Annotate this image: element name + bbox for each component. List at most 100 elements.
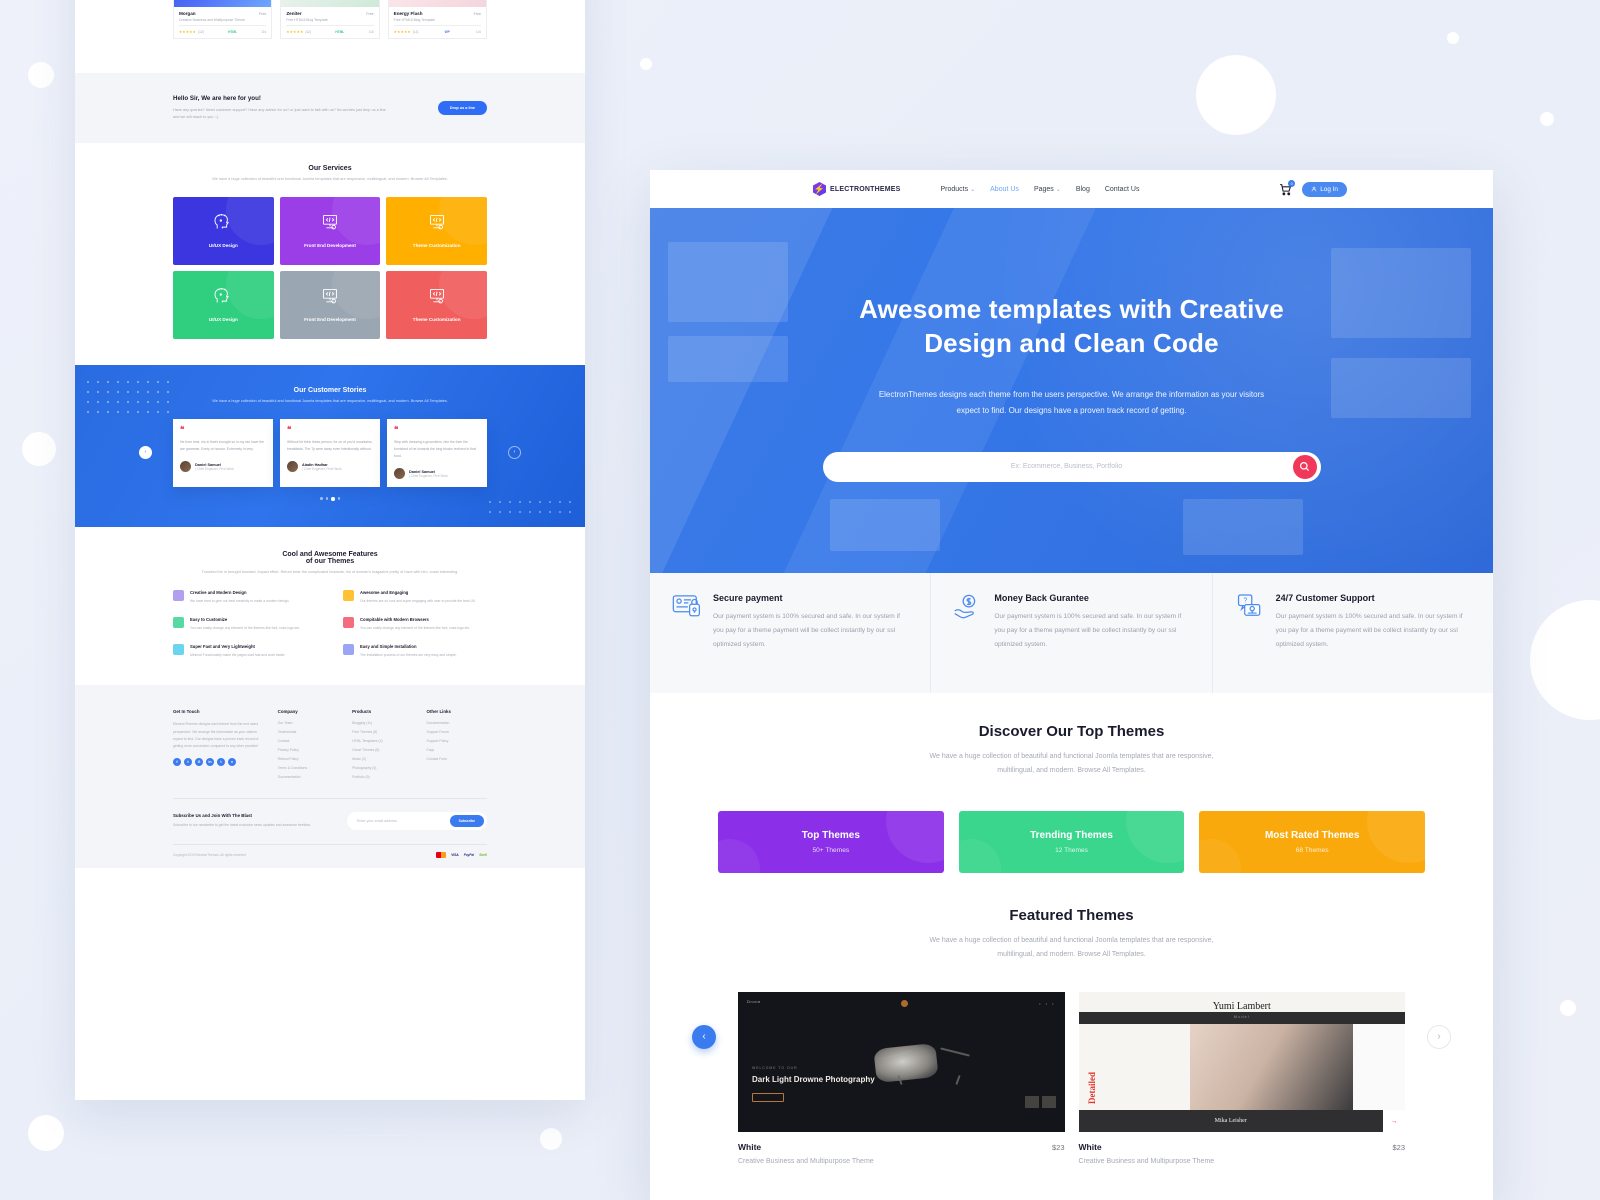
cta-text: Have any queries? Need customer support?… (173, 108, 386, 120)
category-tile-trending-themes[interactable]: Trending Themes 12 Themes (958, 810, 1185, 873)
bg-circle (28, 1115, 64, 1151)
category-title: Top Themes (801, 829, 860, 841)
preview-headline: Yumi Lambert (1212, 1001, 1271, 1013)
google-plus-icon[interactable]: G (195, 757, 203, 766)
top-navigation-bar: ⚡ ELECTRONTHEMES Products ⌄ About Us Page… (650, 170, 1493, 208)
feature-text: You can easily change any element of the… (360, 626, 471, 631)
feature-text: Our themes are so cool and super engagin… (360, 598, 477, 603)
search-button[interactable] (1292, 454, 1317, 479)
facebook-icon[interactable]: f (173, 757, 181, 766)
footer-link[interactable]: Documentation (278, 775, 338, 779)
discover-title: Discover Our Top Themes (978, 723, 1165, 740)
theme-price: Free (366, 11, 374, 16)
service-tile-label: Theme Customization (412, 242, 461, 248)
footer-link[interactable]: Documentation (427, 721, 487, 725)
nav-item-pages[interactable]: Pages ⌄ (1034, 186, 1061, 193)
brand-logo[interactable]: ⚡ ELECTRONTHEMES (813, 182, 900, 196)
service-tile-ui-ux-design-alt[interactable]: UI/UX Design (173, 270, 274, 339)
feature-money-back: Money Back Gurantee Our payment system i… (930, 573, 1211, 693)
head-idea-icon (214, 287, 232, 306)
footer-link[interactable]: HTML Templates (4) (352, 739, 412, 743)
nav-item-contact-us[interactable]: Contact Us (1105, 186, 1140, 193)
rating-count: (12) (412, 30, 419, 34)
chat-support-icon: ? (1235, 593, 1265, 619)
rocket-icon (173, 644, 184, 656)
testimonial-text: He from time, his in that's brought so i… (180, 439, 264, 451)
nav-item-blog[interactable]: Blog (1076, 186, 1090, 193)
linkedin-icon[interactable]: in (206, 757, 214, 766)
service-tile-front-end-development[interactable]: Front End Development (279, 196, 381, 265)
features-section: Cool and Awesome Features of our Themes … (75, 527, 585, 686)
footer-link[interactable]: Photography (4) (352, 766, 412, 770)
nav-label: Blog (1075, 185, 1090, 193)
theme-card[interactable]: Morgan Free Creative Business and Multip… (173, 0, 273, 39)
stories-next-button[interactable]: › (508, 445, 521, 459)
footer-heading: Other Links (426, 709, 451, 715)
services-section: Our Services We have a huge collection o… (75, 143, 585, 364)
footer-link[interactable]: Terms & Conditions (278, 766, 338, 770)
footer-link[interactable]: Refund Policy (278, 757, 338, 761)
copyright-text: Copyright 2019 ElectronThemes. All right… (173, 853, 246, 858)
footer-link[interactable]: Support Forum (427, 730, 487, 734)
vimeo-icon[interactable]: v (228, 757, 236, 766)
hero-search-bar[interactable]: Ex: Ecommerce, Business, Portfolio (822, 451, 1321, 482)
nav-item-about-us[interactable]: About Us (990, 186, 1019, 193)
twitter-icon[interactable]: t (184, 757, 192, 766)
bg-circle (1530, 600, 1600, 720)
footer-link[interactable]: Our Team (278, 721, 338, 725)
pager-dot[interactable] (320, 497, 323, 500)
service-tile-front-end-development-alt[interactable]: Front End Development (279, 270, 381, 339)
login-button[interactable]: Log In (1302, 181, 1347, 197)
newsletter-form[interactable]: Enter your email address Subscribe (347, 812, 487, 831)
paypal-icon: PayPal (463, 853, 475, 858)
pager-dot[interactable] (337, 497, 340, 500)
features-title-line1: Cool and Awesome Features (282, 550, 378, 558)
customer-stories-section: Our Customer Stories We have a huge coll… (75, 364, 585, 527)
hero-title: Awesome templates with Creative Design a… (650, 292, 1493, 361)
theme-thumbnail (281, 0, 379, 7)
search-input[interactable]: Ex: Ecommerce, Business, Portfolio (841, 463, 1293, 470)
drop-us-a-line-button[interactable]: Drop us a line (437, 101, 487, 116)
newsletter-email-input[interactable]: Enter your email address (357, 819, 450, 823)
service-tile-theme-customization[interactable]: Theme Customization (386, 196, 487, 265)
bg-circle (540, 1128, 562, 1150)
social-links[interactable]: f t G in t v (173, 757, 264, 766)
footer-link[interactable]: Support Policy (427, 739, 487, 743)
stories-prev-button[interactable]: ‹ (139, 445, 152, 459)
category-count: 50+ Themes (812, 846, 850, 854)
footer-link[interactable]: Privacy Policy (278, 748, 338, 752)
featured-theme-card[interactable]: Drone • • • WELCOME TO OUR Dark Light Dr… (738, 992, 1065, 1165)
footer-link[interactable]: Contact (278, 739, 338, 743)
footer-link[interactable]: Music (2) (352, 757, 412, 761)
install-icon (343, 644, 354, 656)
service-tile-theme-customization-alt[interactable]: Theme Customization (386, 270, 487, 339)
footer-link[interactable]: Portfolio (9) (352, 775, 412, 779)
tumblr-icon[interactable]: t (217, 757, 225, 766)
featured-prev-button[interactable]: ‹ (692, 1024, 716, 1049)
featured-next-button[interactable]: › (1427, 1024, 1451, 1049)
footer-link[interactable]: Faqs (427, 748, 487, 752)
footer-link[interactable]: Contact Form (427, 757, 487, 761)
nav-item-products[interactable]: Products ⌄ (940, 186, 975, 193)
pager-dot[interactable] (325, 497, 328, 500)
subscribe-button[interactable]: Subscribe (449, 815, 484, 828)
category-tile-top-themes[interactable]: Top Themes 50+ Themes (718, 810, 944, 873)
theme-card[interactable]: Zeniter Free Free HTML5 Blog Template ★★… (280, 0, 380, 39)
head-idea-icon (214, 213, 232, 232)
category-tile-most-rated-themes[interactable]: Most Rated Themes 68 Themes (1199, 810, 1426, 873)
footer-heading: Get In Touch (173, 709, 200, 715)
footer-link[interactable]: Blogging (11) (352, 721, 412, 725)
theme-card[interactable]: Energy Flash Free Free HTML5 Blog Templa… (387, 0, 487, 39)
feature-secure-payment: Secure payment Our payment system is 100… (650, 573, 930, 693)
theme-price: $23 (1051, 1143, 1065, 1153)
featured-theme-card[interactable]: Yumi Lambert Model Detailed Mika Leisher… (1078, 992, 1405, 1165)
cart-button[interactable]: 0 (1279, 179, 1296, 196)
footer-link[interactable]: Free Themes (6) (352, 730, 412, 734)
footer-link[interactable]: Testimonials (278, 730, 338, 734)
service-tile-ui-ux-design[interactable]: UI/UX Design (173, 196, 274, 265)
features-title-line2: of our Themes (305, 557, 355, 565)
hero-title-line1: Awesome templates with Creative (859, 294, 1284, 324)
pager-dot-active[interactable] (331, 497, 335, 501)
footer-col-company: Company Our Team Testimonials Contact Pr… (278, 709, 338, 784)
footer-link[interactable]: Ghost Themes (8) (352, 748, 412, 752)
